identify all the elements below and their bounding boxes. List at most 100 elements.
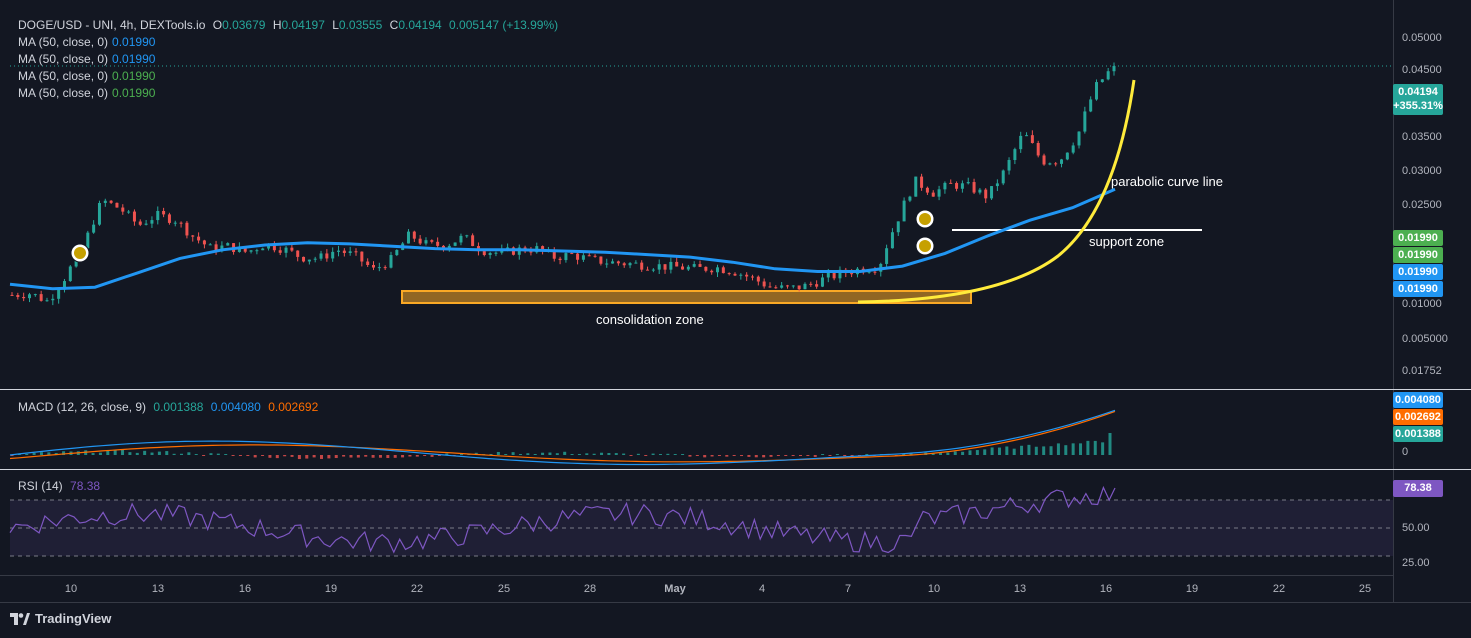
- candle-body: [832, 272, 836, 279]
- low-label: L: [332, 18, 339, 32]
- last-price-value: 0.04194: [1398, 86, 1438, 98]
- chart-canvas[interactable]: 0.05000 0.04500 0.03500 0.03000 0.02500 0.010…: [0, 0, 1471, 638]
- macd-histogram-bar: [865, 454, 869, 455]
- macd-histogram-bar: [1005, 446, 1009, 455]
- candle-body: [721, 267, 725, 274]
- macd-histogram-bar: [297, 455, 301, 460]
- price-tick-label: 0.03000: [1402, 165, 1442, 177]
- candle-body: [1089, 99, 1093, 112]
- macd-histogram-bar: [393, 455, 397, 458]
- tradingview-logo[interactable]: TradingView: [10, 611, 111, 626]
- candle-body: [634, 262, 638, 264]
- macd-histogram-bar: [541, 452, 545, 455]
- macd-legend[interactable]: MACD (12, 26, close, 9) 0.001388 0.00408…: [18, 399, 322, 415]
- macd-histogram-bar: [157, 451, 161, 455]
- time-tick-label: 28: [584, 583, 596, 595]
- ma-tag-1: 0.01990: [1393, 230, 1443, 246]
- candle-body: [826, 272, 830, 278]
- candle-body: [710, 270, 714, 273]
- candle-body: [354, 251, 358, 253]
- candle-body: [1001, 170, 1005, 184]
- rsi-value: 78.38: [70, 479, 101, 493]
- ma-tag-3: 0.01990: [1393, 264, 1443, 280]
- macd-histogram-bar: [1064, 445, 1068, 455]
- macd-histogram-bar: [113, 449, 117, 455]
- macd-histogram-bar: [725, 455, 729, 457]
- candle-body: [616, 261, 620, 264]
- macd-histogram-bar: [953, 451, 957, 455]
- macd-histogram-bar: [732, 455, 736, 456]
- ma-legend-1[interactable]: MA (50, close, 0) 0.01990: [18, 34, 159, 50]
- macd-histogram-bar: [238, 455, 242, 456]
- candle-body: [651, 269, 655, 271]
- price-tick-label: 0.04500: [1402, 64, 1442, 76]
- candle-body: [698, 264, 702, 267]
- candle-body: [202, 240, 206, 245]
- macd-histogram-bar: [283, 455, 287, 457]
- candle-body: [1054, 163, 1058, 165]
- candle-body: [914, 176, 918, 197]
- candle-body: [173, 222, 177, 224]
- time-tick-label: 19: [325, 583, 337, 595]
- macd-histogram-bar: [246, 455, 250, 456]
- dollar-marker-icon: [74, 247, 86, 259]
- candle-body: [704, 266, 708, 271]
- candle-body: [453, 242, 457, 246]
- candle-body: [360, 251, 364, 262]
- macd-histogram-bar: [740, 455, 744, 457]
- macd-histogram-bar: [968, 450, 972, 455]
- candle-body: [191, 235, 195, 237]
- candle-body: [1060, 159, 1064, 164]
- candle-body: [325, 253, 329, 259]
- chart-frame[interactable]: 0.05000 0.04500 0.03500 0.03000 0.02500 0.010…: [0, 0, 1471, 638]
- candle-body: [337, 250, 341, 252]
- support-zone-label: support zone: [1089, 234, 1165, 249]
- macd-histogram-bar: [577, 454, 581, 455]
- macd-histogram-bar: [408, 455, 412, 457]
- macd-histogram-bar: [231, 455, 235, 456]
- macd-histogram-bar: [150, 452, 154, 455]
- candle-body: [820, 277, 824, 287]
- candle-body: [115, 202, 119, 208]
- macd-histogram-bar: [128, 452, 132, 455]
- high-value: 0.04197: [281, 18, 325, 32]
- price-tick-label: 0.03500: [1402, 131, 1442, 143]
- macd-hist-value: 0.001388: [153, 400, 204, 414]
- macd-histogram-bar: [224, 454, 228, 455]
- macd-histogram-bar: [172, 453, 176, 455]
- time-tick-label: 13: [1014, 583, 1026, 595]
- ma-label: MA (50, close, 0): [18, 69, 109, 83]
- candle-body: [179, 222, 183, 224]
- macd-histogram-bar: [312, 455, 316, 458]
- candle-body: [920, 176, 924, 188]
- candle-body: [127, 211, 131, 213]
- macd-histogram-bar: [688, 455, 692, 457]
- candle-body: [197, 236, 201, 241]
- candle-body: [1112, 66, 1116, 72]
- candle-body: [750, 276, 754, 278]
- ma-value: 0.01990: [112, 52, 156, 66]
- candle-body: [1036, 143, 1040, 156]
- macd-histogram-bar: [747, 455, 751, 457]
- signal-tag: 0.002692: [1393, 409, 1443, 425]
- rsi-legend[interactable]: RSI (14) 78.38: [18, 478, 104, 494]
- ma-legend-3[interactable]: MA (50, close, 0) 0.01990: [18, 68, 159, 84]
- macd-histogram-bar: [695, 455, 699, 456]
- open-label: O: [212, 18, 223, 32]
- candle-body: [68, 266, 72, 282]
- candle-body: [1025, 135, 1029, 137]
- time-tick-label: 13: [152, 583, 164, 595]
- macd-histogram-bar: [25, 453, 29, 455]
- candle-body: [331, 251, 335, 259]
- symbol-legend[interactable]: DOGE/USD - UNI, 4h, DEXTools.io O0.03679…: [18, 17, 562, 33]
- candle-body: [57, 289, 61, 299]
- macd-histogram-bar: [165, 451, 169, 455]
- ma-legend-4[interactable]: MA (50, close, 0) 0.01990: [18, 85, 159, 101]
- ma-legend-2[interactable]: MA (50, close, 0) 0.01990: [18, 51, 159, 67]
- candle-body: [92, 224, 96, 233]
- macd-histogram-bar: [261, 455, 265, 456]
- macd-histogram-bar: [717, 455, 721, 456]
- macd-histogram-bar: [334, 455, 338, 459]
- time-tick-label: 25: [498, 583, 510, 595]
- macd-histogram-bar: [1034, 446, 1038, 455]
